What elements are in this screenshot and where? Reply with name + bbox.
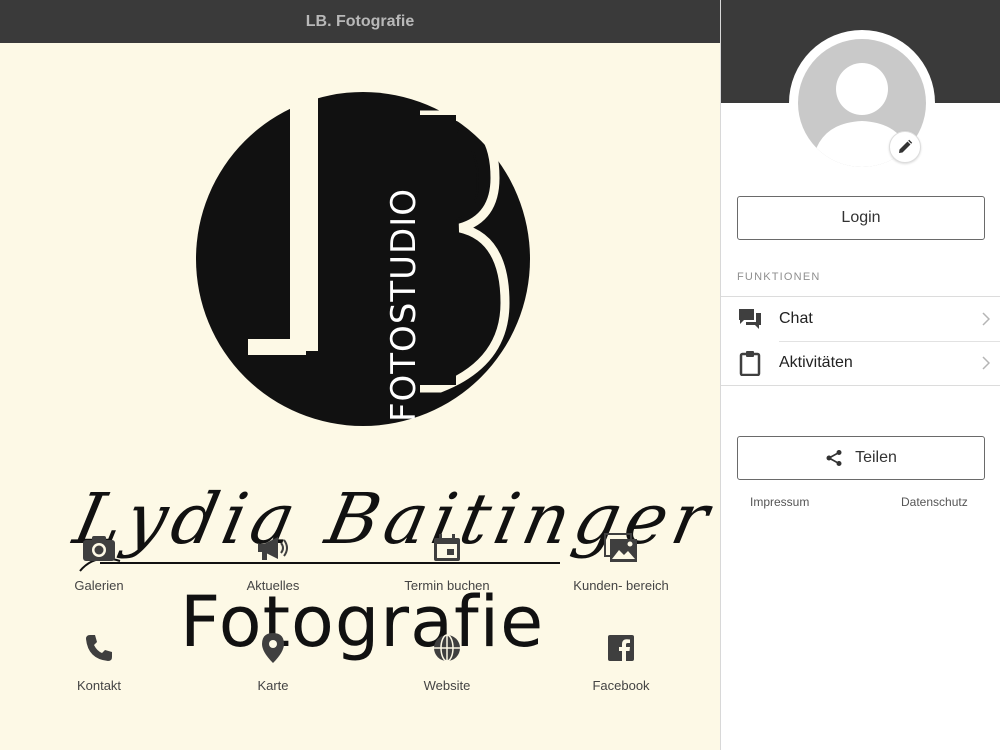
edit-avatar-button[interactable] [889,131,921,163]
functions-menu: Chat Aktivitäten [721,296,1000,386]
tile-kundenbereich[interactable]: Kunden- bereich [546,528,696,608]
impressum-link[interactable]: Impressum [750,495,809,509]
menu-item-chat[interactable]: Chat [721,297,1000,341]
tile-website[interactable]: Website [372,628,522,708]
megaphone-icon [253,528,293,568]
clipboard-icon [721,350,779,376]
tile-label: Karte [257,678,289,693]
share-button[interactable]: Teilen [737,436,985,480]
menu-item-label: Aktivitäten [779,354,853,371]
tile-karte[interactable]: Karte [198,628,348,708]
map-pin-icon [253,628,293,668]
facebook-icon [601,628,641,668]
login-button[interactable]: Login [737,196,985,240]
section-title-funktionen: FUNKTIONEN [737,271,821,283]
chevron-right-icon [971,312,1000,326]
share-icon [825,449,843,467]
tile-galerien[interactable]: Galerien [24,528,174,608]
datenschutz-link[interactable]: Datenschutz [901,495,968,509]
tile-label: Galerien [74,578,124,593]
side-panel: Login FUNKTIONEN Chat Aktivitäten Teilen… [720,0,1000,750]
pencil-icon [899,139,913,153]
tile-label: Kunden- bereich [573,578,669,593]
chevron-right-icon [971,356,1000,370]
tile-label: Termin buchen [404,578,490,593]
calendar-icon [427,528,467,568]
phone-icon [79,628,119,668]
tile-label: Facebook [592,678,650,693]
tile-label: Aktuelles [246,578,300,593]
chat-icon [721,308,779,330]
tile-label: Website [423,678,471,693]
menu-item-aktivitaeten[interactable]: Aktivitäten [721,341,1000,385]
camera-icon [79,528,119,568]
menu-item-label: Chat [779,310,813,327]
globe-icon [427,628,467,668]
tile-facebook[interactable]: Facebook [546,628,696,708]
tile-aktuelles[interactable]: Aktuelles [198,528,348,608]
tile-kontakt[interactable]: Kontakt [24,628,174,708]
share-button-label: Teilen [855,449,897,466]
tile-label: Kontakt [76,678,122,693]
login-button-label: Login [841,209,881,226]
home-screen: LB. Fotografie FOTOSTUDIO Lydia Baitinge… [0,0,720,750]
photos-icon [601,528,641,568]
app-window: LB. Fotografie FOTOSTUDIO Lydia Baitinge… [0,0,1000,750]
tile-termin-buchen[interactable]: Termin buchen [372,528,522,608]
feature-grid: Galerien Aktuelles Termin buchen Kunden-… [0,0,720,750]
